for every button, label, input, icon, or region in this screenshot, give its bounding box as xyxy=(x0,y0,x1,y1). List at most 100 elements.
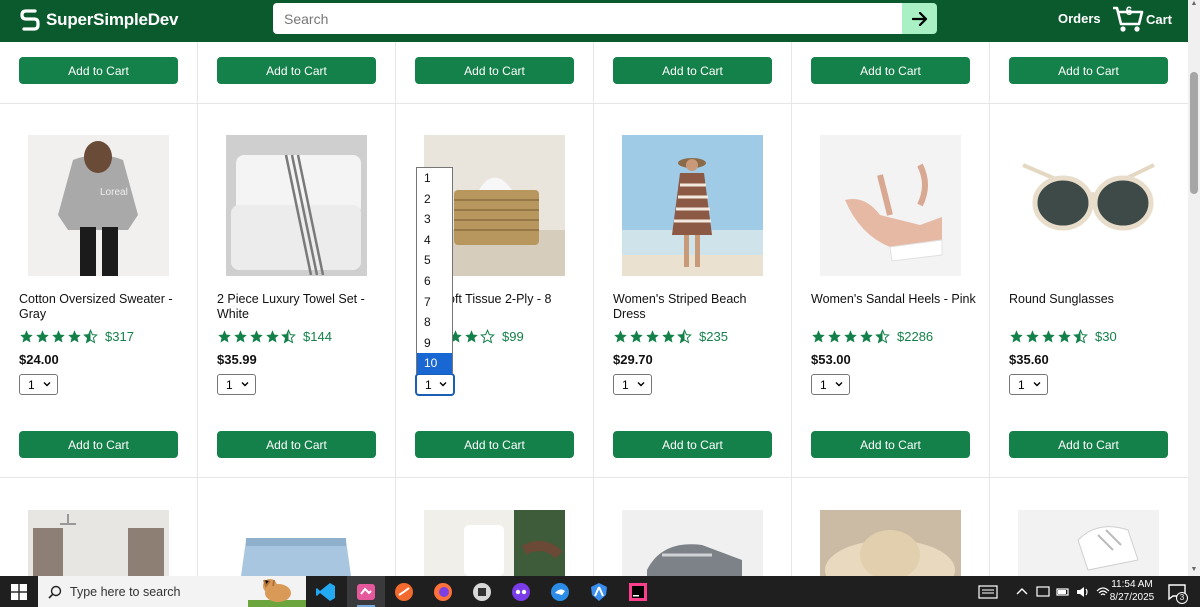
quantity-select[interactable]: 1 xyxy=(613,374,652,395)
add-to-cart-button[interactable]: Add to Cart xyxy=(217,57,376,84)
shield-button[interactable] xyxy=(580,576,618,607)
cart-link[interactable]: 6 Cart xyxy=(1112,4,1172,34)
chevron-up-icon[interactable] xyxy=(1016,587,1028,597)
product-rating: $235 xyxy=(613,328,728,344)
vscode-button[interactable] xyxy=(307,576,345,607)
chevron-down-icon xyxy=(1033,382,1041,387)
rating-count[interactable]: $99 xyxy=(502,329,524,344)
swift-button[interactable] xyxy=(385,576,423,607)
vscode-icon xyxy=(316,582,335,601)
rating-count[interactable]: $2286 xyxy=(897,329,933,344)
rating-count[interactable]: $317 xyxy=(105,329,134,344)
product-image-towel[interactable] xyxy=(226,135,367,276)
chevron-down-icon xyxy=(637,382,645,387)
search-input[interactable] xyxy=(273,3,902,34)
firefox-button[interactable] xyxy=(424,576,462,607)
quantity-select[interactable]: 1 xyxy=(19,374,58,395)
add-to-cart-button[interactable]: Add to Cart xyxy=(415,57,574,84)
bird-button[interactable] xyxy=(541,576,579,607)
product-image-sweater[interactable]: Loreal xyxy=(28,135,169,276)
add-to-cart-button[interactable]: Add to Cart xyxy=(613,431,772,458)
arrow-right-icon xyxy=(911,11,927,26)
rating-count[interactable]: $144 xyxy=(303,329,332,344)
window-icon xyxy=(473,582,491,601)
product-image-shorts[interactable] xyxy=(226,510,367,576)
jetbrains-button[interactable] xyxy=(619,576,657,607)
logo-text: SuperSimpleDev xyxy=(46,10,179,29)
page-scrollbar[interactable]: ▲ ▼ xyxy=(1188,0,1200,576)
dropdown-option[interactable]: 3 xyxy=(417,209,452,230)
scroll-thumb[interactable] xyxy=(1190,72,1198,194)
add-to-cart-button[interactable]: Add to Cart xyxy=(811,431,970,458)
add-to-cart-button[interactable]: Add to Cart xyxy=(1009,57,1168,84)
product-image-heels[interactable] xyxy=(820,135,961,276)
scroll-up-icon[interactable]: ▲ xyxy=(1190,0,1198,10)
product-name: oft Tissue 2-Ply - 8 xyxy=(448,292,552,306)
add-to-cart-button[interactable]: Add to Cart xyxy=(415,431,574,458)
product-image-sunglasses[interactable] xyxy=(1018,135,1159,276)
product-image-curtains[interactable] xyxy=(28,510,169,576)
quantity-select[interactable]: 1 xyxy=(415,373,455,396)
windows-taskbar: Type here to search 11:54 AM 8/27/2025 3 xyxy=(0,576,1200,607)
windows-icon xyxy=(11,583,27,600)
quantity-value: 1 xyxy=(1018,377,1025,392)
chevron-down-icon xyxy=(241,382,249,387)
dropdown-option[interactable]: 1 xyxy=(417,168,452,189)
rating-count[interactable]: $30 xyxy=(1095,329,1117,344)
volume-icon[interactable] xyxy=(1076,586,1090,598)
start-button[interactable] xyxy=(0,576,38,607)
search-bar xyxy=(273,3,937,34)
quantity-select[interactable]: 1 xyxy=(217,374,256,395)
taskbar-clock[interactable]: 11:54 AM 8/27/2025 xyxy=(1100,578,1164,604)
product-image-white-sneakers[interactable] xyxy=(1018,510,1159,576)
product-image-sneakers[interactable] xyxy=(622,510,763,576)
dropdown-option[interactable]: 4 xyxy=(417,230,452,251)
product-price: $35.60 xyxy=(1009,352,1049,367)
quantity-select[interactable]: 1 xyxy=(1009,374,1048,395)
quantity-select[interactable]: 1 xyxy=(811,374,850,395)
product-name: Women's Sandal Heels - Pink xyxy=(811,292,976,306)
add-to-cart-button[interactable]: Add to Cart xyxy=(1009,431,1168,458)
product-price: $53.00 xyxy=(811,352,851,367)
keyboard-icon[interactable] xyxy=(978,584,998,599)
product-rating: $30 xyxy=(1009,328,1117,344)
dropdown-option[interactable]: 2 xyxy=(417,189,452,210)
firefox-icon xyxy=(434,582,452,601)
rating-stars-icon xyxy=(811,328,891,344)
cart-quantity: 6 xyxy=(1125,4,1133,18)
scroll-down-icon[interactable]: ▼ xyxy=(1190,566,1198,576)
taskbar-search[interactable]: Type here to search xyxy=(38,576,306,607)
quantity-value: 1 xyxy=(425,377,432,392)
add-to-cart-button[interactable]: Add to Cart xyxy=(19,431,178,458)
search-button[interactable] xyxy=(902,3,937,34)
product-image-hat[interactable] xyxy=(820,510,961,576)
app-button-active[interactable] xyxy=(347,576,385,607)
dropdown-option[interactable]: 5 xyxy=(417,250,452,271)
logo[interactable]: SuperSimpleDev xyxy=(20,6,179,34)
system-tray xyxy=(978,576,1110,607)
quantity-value: 1 xyxy=(820,377,827,392)
taskbar-search-placeholder: Type here to search xyxy=(70,584,181,599)
product-image-dress[interactable] xyxy=(622,135,763,276)
add-to-cart-button[interactable]: Add to Cart xyxy=(811,57,970,84)
mask-button[interactable] xyxy=(502,576,540,607)
dropdown-option[interactable]: 7 xyxy=(417,292,452,313)
dropdown-option-highlighted[interactable]: 10 xyxy=(417,353,452,374)
swift-icon xyxy=(395,582,413,601)
product-price: $29.70 xyxy=(613,352,653,367)
dropdown-option[interactable]: 6 xyxy=(417,271,452,292)
add-to-cart-button[interactable]: Add to Cart xyxy=(613,57,772,84)
dropdown-option[interactable]: 9 xyxy=(417,333,452,354)
orders-link[interactable]: Orders xyxy=(1058,11,1101,26)
quantity-dropdown-list[interactable]: 1 2 3 4 5 6 7 8 9 10 xyxy=(416,167,453,374)
product-image-humidifier[interactable] xyxy=(424,510,565,576)
add-to-cart-button[interactable]: Add to Cart xyxy=(217,431,376,458)
window-button[interactable] xyxy=(463,576,501,607)
cart-label: Cart xyxy=(1146,11,1173,27)
dropdown-option[interactable]: 8 xyxy=(417,312,452,333)
chevron-down-icon xyxy=(835,382,843,387)
network-icon[interactable] xyxy=(1036,585,1050,599)
rating-count[interactable]: $235 xyxy=(699,329,728,344)
add-to-cart-button[interactable]: Add to Cart xyxy=(19,57,178,84)
battery-icon[interactable] xyxy=(1056,587,1070,597)
